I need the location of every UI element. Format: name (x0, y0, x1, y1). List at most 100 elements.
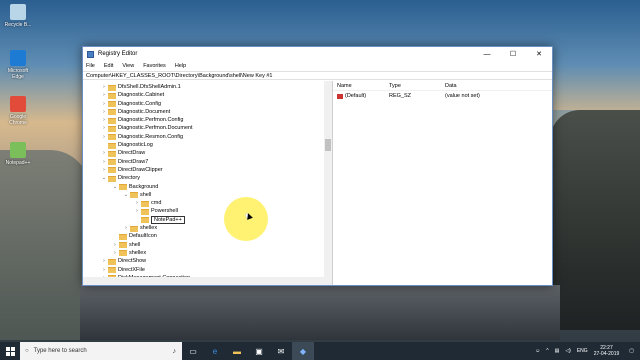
microphone-icon[interactable]: ♪ (173, 348, 177, 355)
values-header: Name Type Data (333, 81, 552, 91)
menu-edit[interactable]: Edit (104, 63, 113, 69)
chevron-right-icon[interactable]: › (112, 241, 118, 249)
start-button[interactable] (0, 342, 20, 360)
tree-node[interactable]: › DirectDraw7 (83, 158, 323, 166)
rename-key-input[interactable]: NotePad++ (151, 215, 185, 224)
chevron-right-icon[interactable]: › (101, 158, 107, 166)
tree-node[interactable]: › shell (83, 241, 323, 249)
chevron-right-icon[interactable]: › (101, 149, 107, 157)
clock-date: 27-04-2019 (593, 351, 620, 357)
mail-icon[interactable]: ✉ (270, 342, 292, 360)
tree-node[interactable]: NotePad++ (83, 215, 323, 224)
taskbar-search[interactable]: ○ Type here to search ♪ (20, 342, 182, 360)
folder-icon (108, 167, 116, 174)
chevron-right-icon[interactable]: › (101, 166, 107, 174)
tree-node[interactable]: › cmd (83, 199, 323, 207)
tree-node[interactable]: › Diagnostic.Document (83, 108, 323, 116)
scrollbar-thumb[interactable] (325, 139, 331, 151)
tree-node-label: Directory (118, 175, 141, 182)
menu-file[interactable]: File (86, 63, 95, 69)
people-icon[interactable]: ☺ (535, 348, 540, 354)
tree-node[interactable]: ⌄ shell (83, 191, 323, 199)
volume-icon[interactable]: ◁) (565, 348, 571, 354)
minimize-button[interactable]: — (474, 47, 500, 61)
menu-favorites[interactable]: Favorites (143, 63, 166, 69)
folder-icon (108, 125, 116, 132)
tree-node-label: Diagnostic.Resmon.Config (118, 133, 184, 140)
tree-node[interactable]: › Diagnostic.Resmon.Config (83, 133, 323, 141)
tree-node[interactable]: ⌄ Directory (83, 174, 323, 182)
tree-node[interactable]: › DfsShell.DfsShellAdmin.1 (83, 83, 323, 91)
tree-horizontal-scrollbar[interactable] (83, 277, 332, 285)
regedit-taskbar-icon[interactable]: ◆ (292, 342, 314, 360)
tree-vertical-scrollbar[interactable] (324, 81, 332, 277)
key-tree-pane[interactable]: › DfsShell.DfsShellAdmin.1 › Diagnostic.Cab… (83, 81, 333, 285)
chevron-down-icon[interactable]: ⌄ (101, 174, 107, 182)
title-bar[interactable]: Registry Editor — ☐ ✕ (83, 47, 552, 61)
tree-node[interactable]: › Diagnostic.Config (83, 100, 323, 108)
values-pane[interactable]: Name Type Data (Default) REG_SZ (value n… (333, 81, 552, 285)
chevron-right-icon[interactable]: › (101, 108, 107, 116)
chevron-right-icon[interactable]: › (101, 100, 107, 108)
chevron-right-icon[interactable]: › (101, 257, 107, 265)
network-icon[interactable]: ▤ (555, 348, 560, 354)
chevron-right-icon[interactable]: › (123, 224, 129, 232)
desktop-chrome-shortcut[interactable]: Google Chrome (4, 96, 32, 126)
tree-node[interactable]: › Diagnostic.Cabinet (83, 91, 323, 99)
tree-node[interactable]: DefaultIcon (83, 232, 323, 240)
folder-icon (119, 233, 127, 240)
tree-node[interactable]: › DirectDraw (83, 149, 323, 157)
address-bar[interactable]: Computer\HKEY_CLASSES_ROOT\Directory\Bac… (83, 71, 552, 80)
chevron-down-icon[interactable]: ⌄ (123, 191, 129, 199)
chevron-right-icon[interactable]: › (101, 91, 107, 99)
column-name[interactable]: Name (333, 81, 389, 90)
folder-icon (141, 200, 149, 207)
column-type[interactable]: Type (389, 81, 445, 90)
folder-icon (108, 258, 116, 265)
tree-node[interactable]: › shellex (83, 249, 323, 257)
close-button[interactable]: ✕ (526, 47, 552, 61)
chevron-right-icon[interactable]: › (112, 249, 118, 257)
maximize-button[interactable]: ☐ (500, 47, 526, 61)
menu-help[interactable]: Help (175, 63, 186, 69)
tree-node[interactable]: › Diagnostic.Perfmon.Document (83, 124, 323, 132)
tree-node-label: DirectShow (118, 258, 147, 265)
tree-node[interactable]: › DirectShow (83, 257, 323, 265)
chevron-right-icon[interactable]: › (101, 83, 107, 91)
column-data[interactable]: Data (445, 81, 552, 90)
notepadpp-icon (10, 142, 26, 158)
chevron-right-icon[interactable]: › (134, 199, 140, 207)
desktop-recycle-bin-shortcut[interactable]: Recycle B... (4, 4, 32, 28)
folder-icon (108, 109, 116, 116)
tree-node[interactable]: › DirectXFile (83, 266, 323, 274)
desktop-edge-shortcut[interactable]: Microsoft Edge (4, 50, 32, 80)
store-icon[interactable]: ▣ (248, 342, 270, 360)
desktop-rock-right (550, 110, 640, 330)
tree-node[interactable]: › Diagnostic.Perfmon.Config (83, 116, 323, 124)
tree-node[interactable]: ⌄ Background (83, 183, 323, 191)
chevron-right-icon[interactable]: › (101, 116, 107, 124)
notification-icon[interactable]: ▢ (629, 348, 634, 354)
chevron-up-icon[interactable]: ^ (546, 348, 548, 354)
tree-node[interactable]: › DirectDrawClipper (83, 166, 323, 174)
edge-taskbar-icon[interactable]: e (204, 342, 226, 360)
menu-view[interactable]: View (122, 63, 134, 69)
desktop-notepadpp-shortcut[interactable]: Notepad++ (4, 142, 32, 166)
tree-node[interactable]: DiagnosticLog (83, 141, 323, 149)
tree-node[interactable]: › shellex (83, 224, 323, 232)
file-explorer-icon[interactable]: ▬ (226, 342, 248, 360)
chevron-right-icon[interactable]: › (101, 124, 107, 132)
chevron-down-icon[interactable]: ⌄ (112, 183, 118, 191)
chevron-right-icon[interactable]: › (101, 133, 107, 141)
chevron-right-icon[interactable]: › (101, 266, 107, 274)
chevron-right-icon[interactable]: › (134, 207, 140, 215)
tree-node[interactable]: › Powershell (83, 207, 323, 215)
clock[interactable]: 22:27 27-04-2019 (594, 345, 620, 357)
system-tray: ☺ ^ ▤ ◁) ENG 22:27 27-04-2019 ▢ (535, 345, 640, 357)
value-row[interactable]: (Default) REG_SZ (value not set) (333, 91, 552, 101)
desktop-ground (80, 285, 560, 340)
language-indicator[interactable]: ENG (577, 348, 588, 354)
regedit-icon (87, 50, 94, 58)
tree-node-label: shellex (129, 249, 147, 256)
task-view-icon[interactable]: ▭ (182, 342, 204, 360)
